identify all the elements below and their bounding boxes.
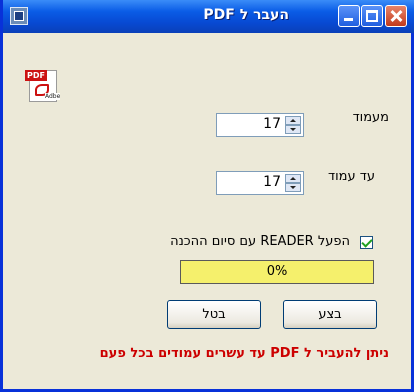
pdf-export-dialog: העבר ל PDF PDF Adbe מעמוד 17 עד עמוד 17 …	[0, 0, 414, 392]
execute-button[interactable]: בצע	[283, 300, 377, 329]
open-reader-checkbox[interactable]	[360, 236, 373, 249]
from-page-stepper[interactable]	[285, 116, 301, 134]
from-page-spinner[interactable]: 17	[216, 113, 304, 137]
maximize-button[interactable]	[361, 5, 383, 27]
spin-up-icon[interactable]	[285, 116, 301, 125]
spin-down-icon[interactable]	[285, 183, 301, 192]
window-title: העבר ל PDF	[203, 7, 289, 23]
to-page-label: עד עמוד	[328, 169, 375, 184]
close-button[interactable]	[385, 5, 407, 27]
app-icon[interactable]	[10, 7, 28, 25]
minimize-button[interactable]	[338, 5, 360, 27]
spin-down-icon[interactable]	[285, 125, 301, 134]
title-bar[interactable]: העבר ל PDF	[3, 0, 414, 33]
open-reader-label[interactable]: הפעל READER עם סיום ההכנה	[170, 234, 350, 249]
cancel-button[interactable]: בטל	[167, 300, 261, 329]
page-limit-note: ניתן להעביר ל PDF עד עשרים עמודים בכל פע…	[99, 346, 389, 361]
from-page-label: מעמוד	[352, 110, 389, 125]
pdf-file-icon: PDF Adbe	[25, 68, 63, 104]
to-page-stepper[interactable]	[285, 174, 301, 192]
from-page-value[interactable]: 17	[263, 116, 281, 132]
to-page-value[interactable]: 17	[263, 174, 281, 190]
to-page-spinner[interactable]: 17	[216, 171, 304, 195]
progress-bar: 0%	[180, 260, 374, 284]
spin-up-icon[interactable]	[285, 174, 301, 183]
